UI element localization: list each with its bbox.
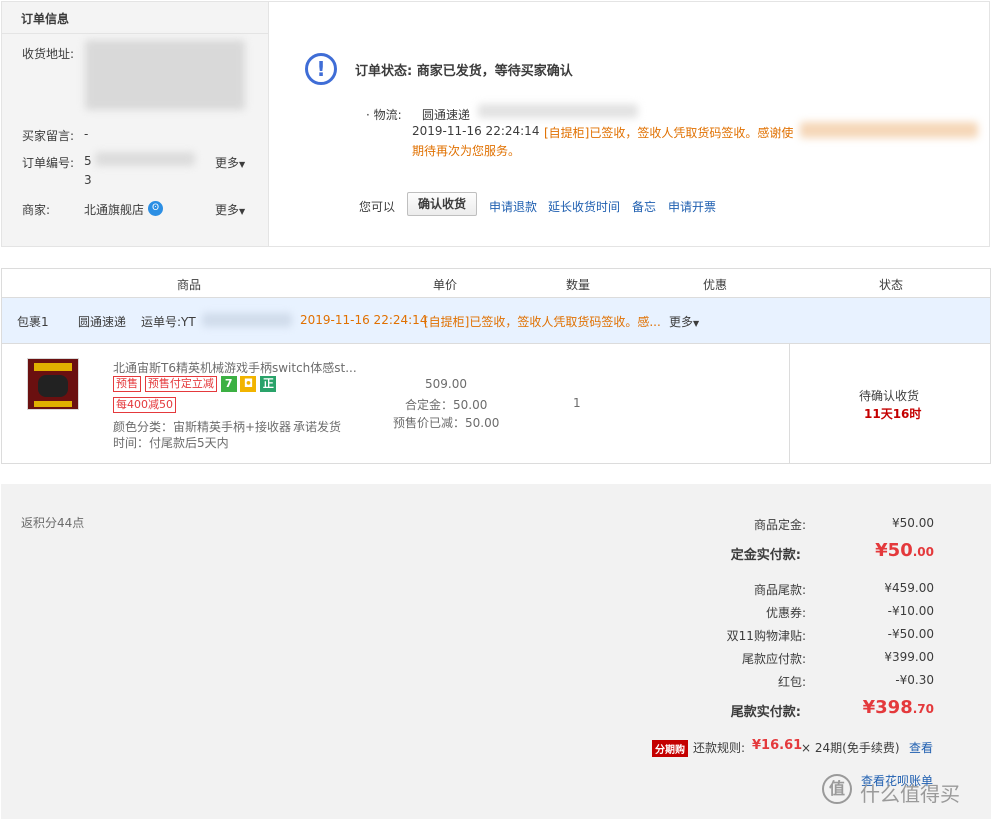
memo-link[interactable]: 备忘 [632,198,656,215]
balance-paid-main: ¥398 [862,697,913,718]
deposit-paid-main: ¥50 [875,540,913,561]
message-label: 买家留言: [22,129,75,143]
thumbnail-banner [34,363,72,371]
order-no-tail: 3 [84,173,92,187]
package-message: [自提柜]已签收，签收人凭取货码签收。感... [424,315,661,329]
header-status: 状态 [879,278,904,292]
package-more-label: 更多 [669,315,694,329]
confirm-receipt-button[interactable]: 确认收货 [407,192,477,216]
seller-more-label: 更多 [215,203,240,217]
genuine-icon: 正 [260,376,277,392]
chevron-down-icon: ▼ [239,207,246,216]
apply-refund-link[interactable]: 申请退款 [489,198,537,215]
balance-amount-label: 商品尾款: [753,583,806,597]
allowance-label: 双11购物津贴: [726,629,806,643]
order-no-label: 订单编号: [22,156,75,170]
repay-amount: ¥16.61 [752,738,803,753]
view-repay-link[interactable]: 查看 [909,739,933,756]
quantity: 1 [573,396,581,410]
order-no-more-label: 更多 [215,156,240,170]
logistics-time: 2019-11-16 22:24:14 [412,124,540,138]
package-tracking-blurred [202,313,292,327]
you-can-label: 您可以 [359,200,396,214]
unit-price: 509.00 [425,377,467,391]
installment-badge: 分期购 [652,740,688,757]
item-status: 待确认收货 [859,389,920,403]
coupon-value: -¥10.00 [887,604,934,618]
extend-receipt-link[interactable]: 延长收货时间 [548,198,620,215]
deposit-paid-value: ¥50.00 [804,540,934,561]
order-no-more-link[interactable]: 更多▼ [215,154,245,171]
balance-amount-value: ¥459.00 [884,581,934,595]
chevron-down-icon: ▼ [239,160,246,169]
balance-due-value: ¥399.00 [884,650,934,664]
presale-discount: 预售价已减：50.00 [393,416,500,430]
repay-rule-label: 还款规则: [693,741,746,755]
balance-paid-value: ¥398.70 [804,697,934,718]
balance-paid-label: 尾款实付款: [730,705,801,720]
header-product: 商品 [177,278,202,292]
shield-icon: ◘ [240,376,257,392]
deposit-paid-label: 定金实付款: [730,548,801,563]
chevron-down-icon: ▼ [693,319,700,328]
apply-invoice-link[interactable]: 申请开票 [668,198,716,215]
thumbnail-footer [34,401,72,407]
promo-tag: 每400减50 [113,397,176,413]
message-value: - [84,127,89,141]
deposit-amount-label: 商品定金: [753,518,806,532]
order-no-prefix: 5 [84,154,92,168]
address-label: 收货地址: [22,47,75,61]
balance-paid-dec: .70 [912,702,934,716]
order-no-blurred [95,152,195,166]
seller-name[interactable]: 北通旗舰店 [84,201,144,218]
red-packet-label: 红包: [777,675,806,689]
promise-ship-label: 承诺发货 [293,420,342,434]
deposit-included: 合定金：50.00 [405,398,488,412]
package-more-link[interactable]: 更多▼ [669,313,699,330]
package-tracking-label: 运单号:YT [141,315,196,329]
header-qty: 数量 [566,278,591,292]
product-tags: 预售 预售付定立减 7 ◘ 正 [113,376,277,392]
logistics-message: [自提柜]已签收，签收人凭取货码签收。感谢使 [544,126,794,140]
wangwang-chat-icon[interactable]: ʘ [148,201,163,216]
order-info-title: 订单信息 [2,2,268,34]
exclamation-icon: ! [305,53,337,85]
deposit-discount-tag: 预售付定立减 [144,376,217,392]
allowance-value: -¥50.00 [887,627,934,641]
red-packet-value: -¥0.30 [895,673,934,687]
package-row: 包裹1 圆通速递 运单号:YT 2019-11-16 22:24:14 [自提柜… [2,298,990,344]
deposit-amount-value: ¥50.00 [892,516,934,530]
watermark-text: 什么值得买 [860,782,960,806]
table-header: 商品 单价 数量 优惠 状态 [2,269,990,298]
package-company: 圆通速递 [78,315,127,329]
address-value-blurred [85,40,245,110]
coupon-label: 优惠券: [765,606,806,620]
presale-tag: 预售 [113,376,141,392]
product-name-link[interactable]: 北通宙斯T6精英机械游戏手柄switch体感st... [113,359,357,376]
deposit-paid-dec: .00 [912,545,934,559]
product-spec: 颜色分类：宙斯精英手柄+接收器 [113,420,292,434]
seller-more-link[interactable]: 更多▼ [215,201,245,218]
logistics-company: 圆通速递 [422,108,471,122]
seller-label: 商家: [22,203,51,217]
points-return: 返积分44点 [21,516,85,530]
repay-periods: × 24期(免手续费) [801,741,900,755]
balance-due-label: 尾款应付款: [741,652,806,666]
header-price: 单价 [433,278,458,292]
product-thumbnail[interactable] [27,358,79,410]
order-status-title: 订单状态: 商家已发货，等待买家确认 [355,64,573,79]
tracking-number-blurred [478,104,638,118]
header-discount: 优惠 [703,278,728,292]
logistics-message-2: 期待再次为您服务。 [412,144,521,158]
smzdm-logo-icon: 值 [822,774,852,804]
logistics-label: · 物流: [366,108,402,122]
package-label: 包裹1 [17,315,49,329]
seven-day-return-icon: 7 [220,376,237,392]
countdown: 11天16时 [864,407,922,421]
package-time: 2019-11-16 22:24:14 [300,313,428,327]
ship-time: 时间：付尾款后5天内 [113,436,229,450]
gamepad-icon [38,375,68,397]
logistics-message-blurred [800,122,978,138]
